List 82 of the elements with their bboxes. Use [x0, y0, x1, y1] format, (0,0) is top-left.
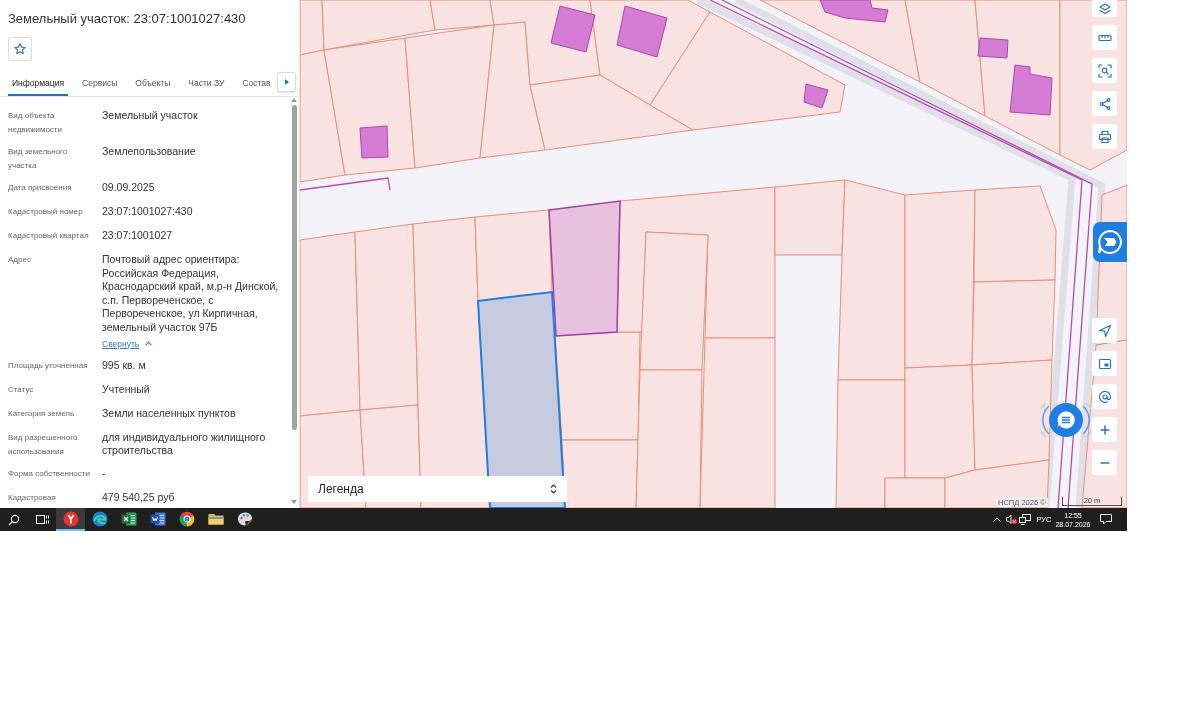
navigation-arrow-icon[interactable]: [1097, 323, 1112, 338]
tabs-scroll-button[interactable]: [277, 72, 296, 92]
field-label: Вид разрешенного использования: [8, 431, 79, 458]
building[interactable]: [616, 5, 668, 58]
segmented-circle-icon[interactable]: [178, 510, 195, 527]
land-parcel[interactable]: [554, 331, 641, 441]
field-label: Вид земельного участка: [8, 146, 69, 172]
taskbar-app-button[interactable]: [56, 508, 85, 531]
field-value: Земли населенных пунктов: [102, 406, 236, 421]
assistant-tab[interactable]: [1093, 222, 1127, 262]
print-button[interactable]: [1092, 124, 1117, 149]
building[interactable]: [819, 0, 889, 23]
scroll-up-arrow-icon[interactable]: [291, 98, 297, 102]
task-view-icon[interactable]: [35, 514, 49, 525]
search-icon[interactable]: [8, 513, 20, 526]
network-icon[interactable]: [1019, 514, 1031, 525]
swirl-icon[interactable]: [91, 510, 108, 527]
at-sign-icon[interactable]: [1097, 389, 1112, 404]
field-value: Учтенный: [102, 382, 150, 397]
tab[interactable]: Объекты: [131, 70, 175, 96]
tab[interactable]: Сервисы: [78, 70, 122, 96]
field-label: Категория земель: [8, 407, 75, 420]
scroll-down-arrow-icon[interactable]: [291, 500, 297, 504]
field-label: Адрес: [8, 254, 31, 266]
area-select-icon[interactable]: [1097, 63, 1112, 78]
location-button[interactable]: [1092, 384, 1117, 409]
field-label: Статус: [8, 383, 34, 396]
scrollbar-thumb[interactable]: [292, 105, 297, 430]
triangle-right-icon[interactable]: [284, 79, 289, 85]
field-label: Площадь уточненная: [8, 359, 88, 372]
field-value: Землепользование: [102, 145, 196, 159]
land-parcel[interactable]: [904, 0, 986, 117]
field-label: Кадастровый квартал: [8, 230, 89, 242]
fork-circle-icon[interactable]: [62, 510, 79, 527]
field-value: для индивидуального жилищного строительства: [102, 430, 267, 458]
chat-icon[interactable]: [1057, 411, 1075, 429]
layers-icon[interactable]: [1098, 3, 1111, 15]
chat-logo-icon[interactable]: [1097, 229, 1123, 255]
field-value: 23:07:1001027:430: [102, 205, 193, 219]
field-label: Дата присвоения: [8, 182, 72, 194]
field-value: 23:07:1001027: [102, 229, 173, 243]
zoom-in-button[interactable]: [1092, 417, 1117, 442]
land-parcel[interactable]: [479, 21, 546, 159]
document-icon[interactable]: [149, 510, 166, 527]
field-value: 995 кв. м: [102, 358, 146, 373]
tab[interactable]: Части ЗУ: [184, 70, 229, 96]
field-value: Почтовый адрес ориентира: Российская Федерация, Краснодарский край, м.р-н Динской, с.п. Первореченское, с Первореченское, ул Кирпичная, земельный участок 97Б: [102, 253, 280, 335]
building[interactable]: [1009, 64, 1053, 116]
land-parcel[interactable]: [649, 11, 846, 131]
favorite-button[interactable]: [8, 37, 32, 61]
tab[interactable]: Состав: [238, 70, 275, 96]
field-label: Вид объекта недвижимости: [8, 110, 63, 136]
field-label: Кадастровый номер: [8, 206, 83, 218]
field-value: 09.09.2025: [102, 181, 155, 195]
legend-dropdown[interactable]: Легенда: [308, 476, 567, 502]
field-value: Земельный участок: [102, 109, 198, 123]
panel-title: Земельный участок: 23:07:1001027:430: [8, 11, 246, 27]
building[interactable]: [550, 5, 596, 53]
field-label: Форма собственности: [8, 467, 90, 480]
updown-chevron-icon[interactable]: [550, 484, 557, 494]
window-icon[interactable]: [1097, 356, 1112, 371]
navigate-button[interactable]: [1092, 318, 1117, 343]
print-icon[interactable]: [1097, 129, 1112, 144]
share-button[interactable]: [1092, 91, 1117, 116]
star-icon[interactable]: [14, 43, 26, 55]
field-value: 479 540,25 руб: [102, 490, 175, 505]
collapse-link[interactable]: Свернуть: [102, 336, 153, 351]
tab[interactable]: Информация: [8, 70, 69, 96]
ruler-button[interactable]: [1092, 25, 1117, 50]
speaker-muted-icon[interactable]: [1005, 514, 1017, 525]
window-button[interactable]: [1092, 351, 1117, 376]
building[interactable]: [977, 37, 1009, 59]
zoom-out-button[interactable]: [1092, 450, 1117, 475]
spreadsheet-icon[interactable]: [120, 510, 137, 527]
building[interactable]: [359, 125, 389, 159]
share-icon[interactable]: [1097, 96, 1112, 111]
field-label: Кадастровая: [8, 491, 56, 504]
speech-bubble-icon[interactable]: [1100, 514, 1112, 525]
field-value: -: [102, 466, 106, 481]
palette-icon[interactable]: [236, 510, 253, 527]
area-select-button[interactable]: [1092, 58, 1117, 83]
layers-button[interactable]: [1092, 0, 1117, 17]
